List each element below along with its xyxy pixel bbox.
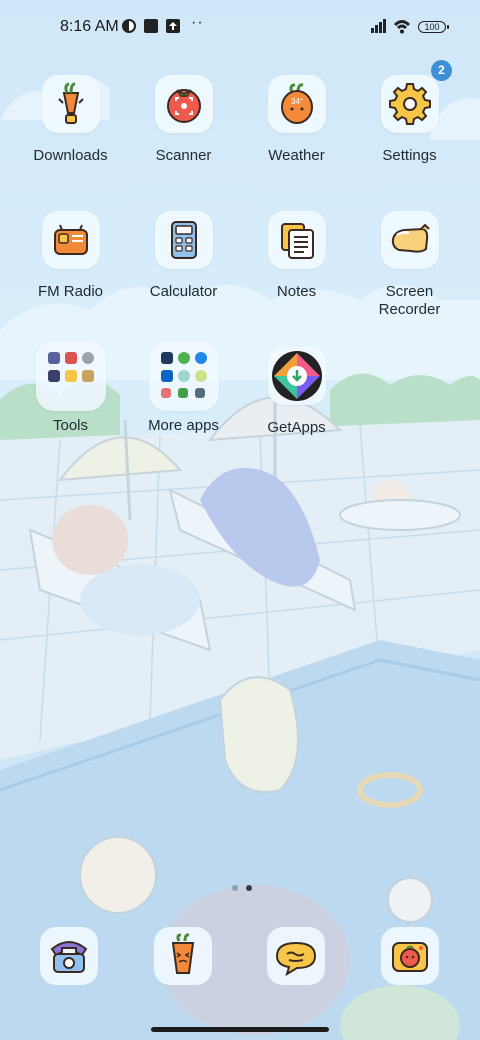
- radio-icon: [53, 224, 88, 255]
- battery-icon: 100: [418, 21, 449, 33]
- app-getapps[interactable]: GetApps: [240, 347, 353, 437]
- mini-app-icon: [64, 352, 77, 364]
- dock-messages[interactable]: [267, 927, 325, 985]
- square-icon: [144, 19, 158, 33]
- mini-app-icon: [177, 388, 188, 398]
- home-indicator[interactable]: [151, 1027, 329, 1032]
- app-label: More apps: [148, 417, 219, 434]
- page-indicator[interactable]: [228, 878, 256, 896]
- signal-icon: [371, 19, 386, 33]
- dock-contacts[interactable]: [154, 927, 212, 985]
- app-settings[interactable]: Settings: [353, 75, 466, 165]
- mini-app-icon: [81, 370, 94, 382]
- mini-app-icon: [160, 352, 173, 364]
- app-notes[interactable]: Notes: [240, 211, 353, 301]
- dock-camera[interactable]: [381, 927, 439, 985]
- folder-icon: [35, 341, 106, 411]
- dock-phone[interactable]: [40, 927, 98, 985]
- camera-icon: [392, 942, 428, 972]
- folder-tools[interactable]: Tools: [14, 341, 127, 435]
- mini-app-icon: [47, 352, 60, 364]
- app-fm-radio[interactable]: FM Radio: [14, 211, 127, 301]
- app-label: Calculator: [149, 283, 218, 300]
- mini-app-icon: [177, 370, 190, 382]
- mini-app-icon: [160, 388, 171, 398]
- gear-icon: [388, 83, 431, 125]
- status-overflow: ··: [191, 14, 204, 31]
- settings-badge: 2: [431, 60, 452, 81]
- status-time: 8:16 AM: [60, 18, 119, 35]
- app-screen-recorder[interactable]: Screen Recorder: [353, 211, 466, 319]
- app-label: Settings: [382, 147, 437, 164]
- mini-app-icon: [194, 370, 207, 382]
- folder-more-apps[interactable]: More apps: [127, 341, 240, 435]
- notification-icon: [122, 19, 136, 33]
- carrot-weather-icon: 34°: [280, 83, 313, 124]
- app-weather[interactable]: 34° Weather: [240, 75, 353, 165]
- upload-icon: [166, 19, 180, 33]
- calculator-icon: [170, 221, 197, 259]
- tomato-scanner-icon: [166, 89, 201, 123]
- contacts-carrot-icon: [171, 933, 195, 974]
- mini-app-icon: [64, 370, 77, 382]
- app-label: Tools: [52, 417, 89, 434]
- phone-icon: [50, 941, 88, 973]
- mini-app-icon: [194, 388, 205, 398]
- mini-app-icon: [81, 352, 94, 364]
- downloads-carrot-icon: [57, 82, 84, 124]
- messages-icon: [275, 941, 317, 977]
- app-label: Scanner: [155, 147, 212, 164]
- app-label: Weather: [268, 147, 325, 164]
- page-dot-active[interactable]: [246, 885, 252, 891]
- app-label: Downloads: [33, 147, 108, 164]
- wifi-icon: [394, 20, 410, 34]
- app-calculator[interactable]: Calculator: [127, 211, 240, 301]
- weather-temp: 34°: [290, 97, 302, 106]
- screen-recorder-icon: [391, 223, 430, 253]
- page-dot[interactable]: [232, 885, 238, 891]
- mini-app-icon: [194, 352, 207, 364]
- folder-icon: [148, 341, 219, 411]
- notes-icon: [280, 223, 314, 259]
- app-label: FM Radio: [37, 283, 104, 300]
- getapps-icon: [271, 351, 322, 401]
- mini-app-icon: [177, 352, 190, 364]
- status-bar: 8:16 AM ·· 100: [0, 0, 480, 56]
- mini-app-icon: [160, 370, 173, 382]
- app-label: Notes: [276, 283, 317, 300]
- mini-app-icon: [47, 370, 60, 382]
- app-downloads[interactable]: Downloads: [14, 75, 127, 165]
- app-label: GetApps: [267, 419, 326, 436]
- app-scanner[interactable]: Scanner: [127, 75, 240, 165]
- app-label: Screen Recorder: [378, 283, 441, 318]
